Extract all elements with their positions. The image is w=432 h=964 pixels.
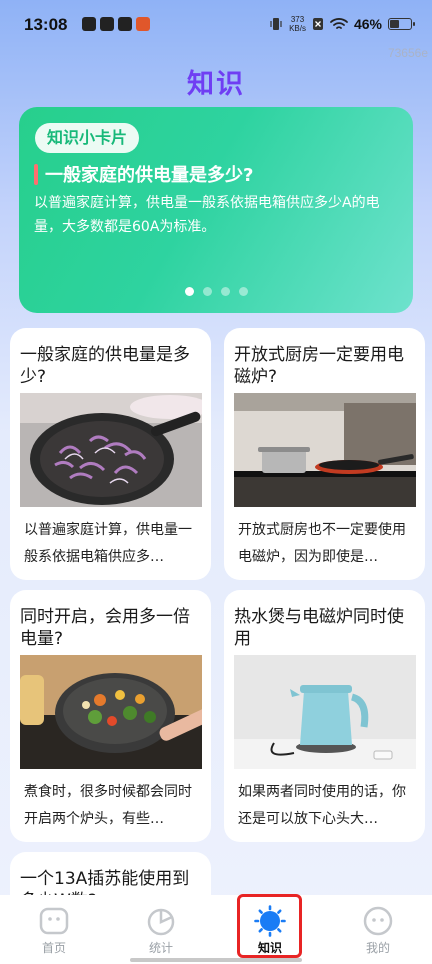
vibrate-icon xyxy=(270,18,282,30)
knowledge-card[interactable]: 一般家庭的供电量是多少? 以普遍家庭计算，供电量一般系依据电箱供应多… xyxy=(10,328,211,580)
leaf-app-icon xyxy=(100,17,114,31)
battery-icon xyxy=(388,18,415,30)
banner-description: 以普遍家庭计算，供电量一般系依据电箱供应多少A的电量，大多数都是60A为标准。 xyxy=(34,195,380,235)
induction-cooker-image xyxy=(234,393,416,507)
wifi-icon xyxy=(330,18,348,29)
pagination-dot[interactable] xyxy=(184,287,194,296)
net-speed: 373 KB/s xyxy=(289,15,306,33)
banner-title-accent xyxy=(34,164,38,185)
nav-item-home[interactable]: 首页 xyxy=(4,895,104,964)
card-title: 同时开启，会用多一倍电量? xyxy=(20,607,190,649)
knowledge-card[interactable]: 同时开启，会用多一倍电量? 煮食时，很多时候都会同时开启两个炉头，有些… xyxy=(10,590,211,842)
card-title: 热水煲与电磁炉同时使用 xyxy=(234,607,404,649)
knowledge-card[interactable]: 开放式厨房一定要用电磁炉? 开放式厨房也不一定要使用电磁炉，因为即使是… xyxy=(224,328,425,580)
battery-percent: 46% xyxy=(353,16,382,32)
nav-item-stats[interactable]: 统计 xyxy=(111,895,211,964)
shop-app-icon xyxy=(136,17,150,31)
bottom-nav: 首页 统计 知识 我的 xyxy=(0,895,432,964)
knowledge-card[interactable]: 热水煲与电磁炉同时使用 如果两者同时使用的话，你还是可以放下心头大… xyxy=(224,590,425,842)
card-summary: 如果两者同时使用的话，你还是可以放下心头大… xyxy=(238,784,406,827)
nav-item-mine[interactable]: 我的 xyxy=(328,895,428,964)
nav-label-stats: 统计 xyxy=(148,941,173,955)
net-speed-unit: KB/s xyxy=(289,24,306,33)
sim-off-icon xyxy=(312,18,323,30)
banner-title: 一般家庭的供电量是多少? xyxy=(45,165,254,186)
play-app-icon xyxy=(82,17,96,31)
nav-label-mine: 我的 xyxy=(365,941,390,955)
status-bar: 13:08 373 KB/s 46% xyxy=(0,0,432,50)
knowledge-banner[interactable]: 知识小卡片 一般家庭的供电量是多少? 以普遍家庭计算，供电量一般系依据电箱供应多… xyxy=(19,107,413,313)
card-summary: 开放式厨房也不一定要使用电磁炉，因为即使是… xyxy=(238,522,406,565)
card-title: 开放式厨房一定要用电磁炉? xyxy=(234,345,404,387)
pagination-dot[interactable] xyxy=(238,287,248,296)
electric-kettle-image xyxy=(234,655,416,769)
nav-label-home: 首页 xyxy=(41,941,66,955)
home-face-icon xyxy=(39,907,69,935)
card-summary: 煮食时，很多时候都会同时开启两个炉头，有些… xyxy=(24,784,192,827)
profile-face-icon xyxy=(363,906,393,936)
net-speed-value: 373 xyxy=(290,15,305,24)
pie-chart-icon xyxy=(147,908,175,936)
nav-highlight-box xyxy=(237,894,302,958)
home-indicator[interactable] xyxy=(130,958,302,962)
wok-vegetables-image xyxy=(20,655,202,769)
pagination-dot[interactable] xyxy=(202,287,212,296)
card-title: 一般家庭的供电量是多少? xyxy=(20,345,190,387)
mail-app-icon xyxy=(118,17,132,31)
watermark: 73656e xyxy=(387,46,428,60)
banner-pagination xyxy=(19,287,413,296)
status-right: 373 KB/s 46% xyxy=(269,15,415,33)
pagination-dot[interactable] xyxy=(220,287,230,296)
frying-pan-onions-image xyxy=(20,393,202,507)
card-summary: 以普遍家庭计算，供电量一般系依据电箱供应多… xyxy=(24,522,192,565)
page-title: 知识 xyxy=(187,69,245,100)
notification-icons xyxy=(82,17,150,31)
banner-tag: 知识小卡片 xyxy=(35,123,140,153)
status-time: 13:08 xyxy=(24,15,68,34)
